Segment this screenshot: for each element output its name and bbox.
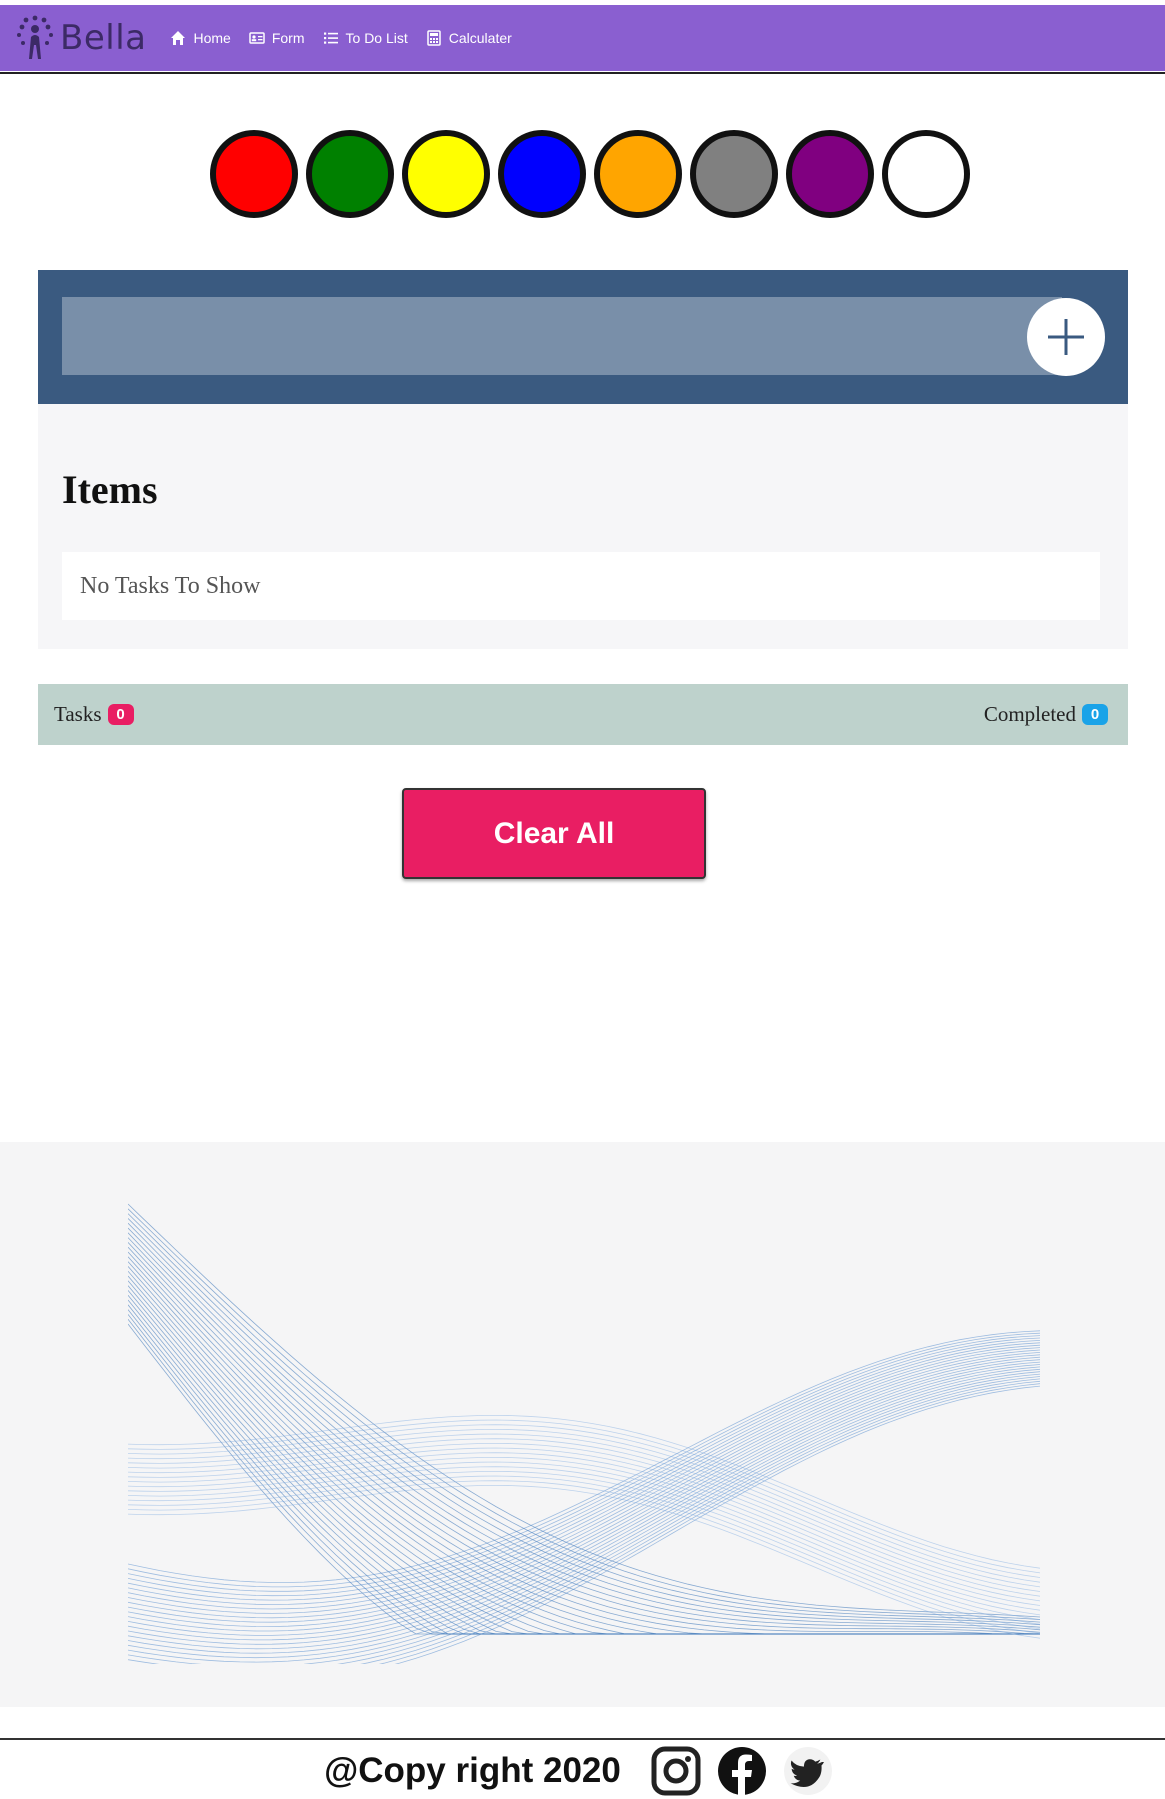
color-swatch-8[interactable] (882, 130, 970, 218)
tasks-count-badge: 0 (107, 704, 134, 725)
tasks-label: Tasks (54, 702, 102, 726)
completed-stat: Completed 0 (984, 702, 1108, 727)
instagram-icon[interactable] (650, 1745, 702, 1797)
color-swatch-5[interactable] (594, 130, 682, 218)
nav-item-label: Home (193, 30, 231, 46)
color-swatch-1[interactable] (210, 130, 298, 218)
plus-icon (1048, 319, 1084, 355)
items-title: Items (62, 467, 158, 512)
twitter-icon[interactable] (782, 1745, 834, 1797)
list-icon (323, 32, 338, 44)
nav-item-form[interactable]: Form (249, 30, 305, 46)
home-icon (171, 31, 186, 45)
navbar-divider (0, 72, 1165, 74)
color-swatch-6[interactable] (690, 130, 778, 218)
color-swatch-3[interactable] (402, 130, 490, 218)
brand-name: Bella (60, 18, 147, 58)
completed-count-badge: 0 (1082, 704, 1108, 725)
empty-message: No Tasks To Show (62, 552, 1100, 620)
footer-divider (0, 1738, 1165, 1740)
tasks-stat: Tasks 0 (54, 702, 134, 727)
nav-item-label: To Do List (345, 30, 408, 46)
brand-logo-icon (17, 15, 53, 59)
facebook-icon[interactable] (716, 1745, 768, 1797)
nav-item-label: Form (271, 30, 305, 46)
nav-item-calculator[interactable]: Calculater (426, 30, 512, 46)
nav-item-label: Calculater (448, 30, 512, 46)
todo-header (38, 270, 1128, 404)
footer: @Copy right 2020 (0, 1742, 1165, 1799)
color-swatches (210, 130, 970, 218)
copyright-text: @Copy right 2020 (324, 1750, 621, 1790)
color-swatch-7[interactable] (786, 130, 874, 218)
navbar: Bella Home Form To Do List Calculater (0, 5, 1165, 71)
calculator-icon (427, 30, 441, 46)
id-card-icon (249, 32, 265, 44)
completed-label: Completed (983, 702, 1076, 726)
clear-all-button[interactable]: Clear All (402, 788, 706, 879)
nav-item-home[interactable]: Home (170, 30, 231, 46)
brand[interactable]: Bella (14, 15, 146, 61)
color-swatch-4[interactable] (498, 130, 586, 218)
wave-image-panel (0, 1142, 1165, 1707)
task-input[interactable] (62, 297, 1062, 375)
wave-illustration (128, 1203, 1040, 1664)
nav-item-todo[interactable]: To Do List (323, 30, 408, 46)
add-task-button[interactable] (1027, 298, 1105, 376)
items-panel: Items No Tasks To Show (38, 404, 1128, 649)
color-swatch-2[interactable] (306, 130, 394, 218)
status-bar: Tasks 0 Completed 0 (38, 684, 1128, 745)
